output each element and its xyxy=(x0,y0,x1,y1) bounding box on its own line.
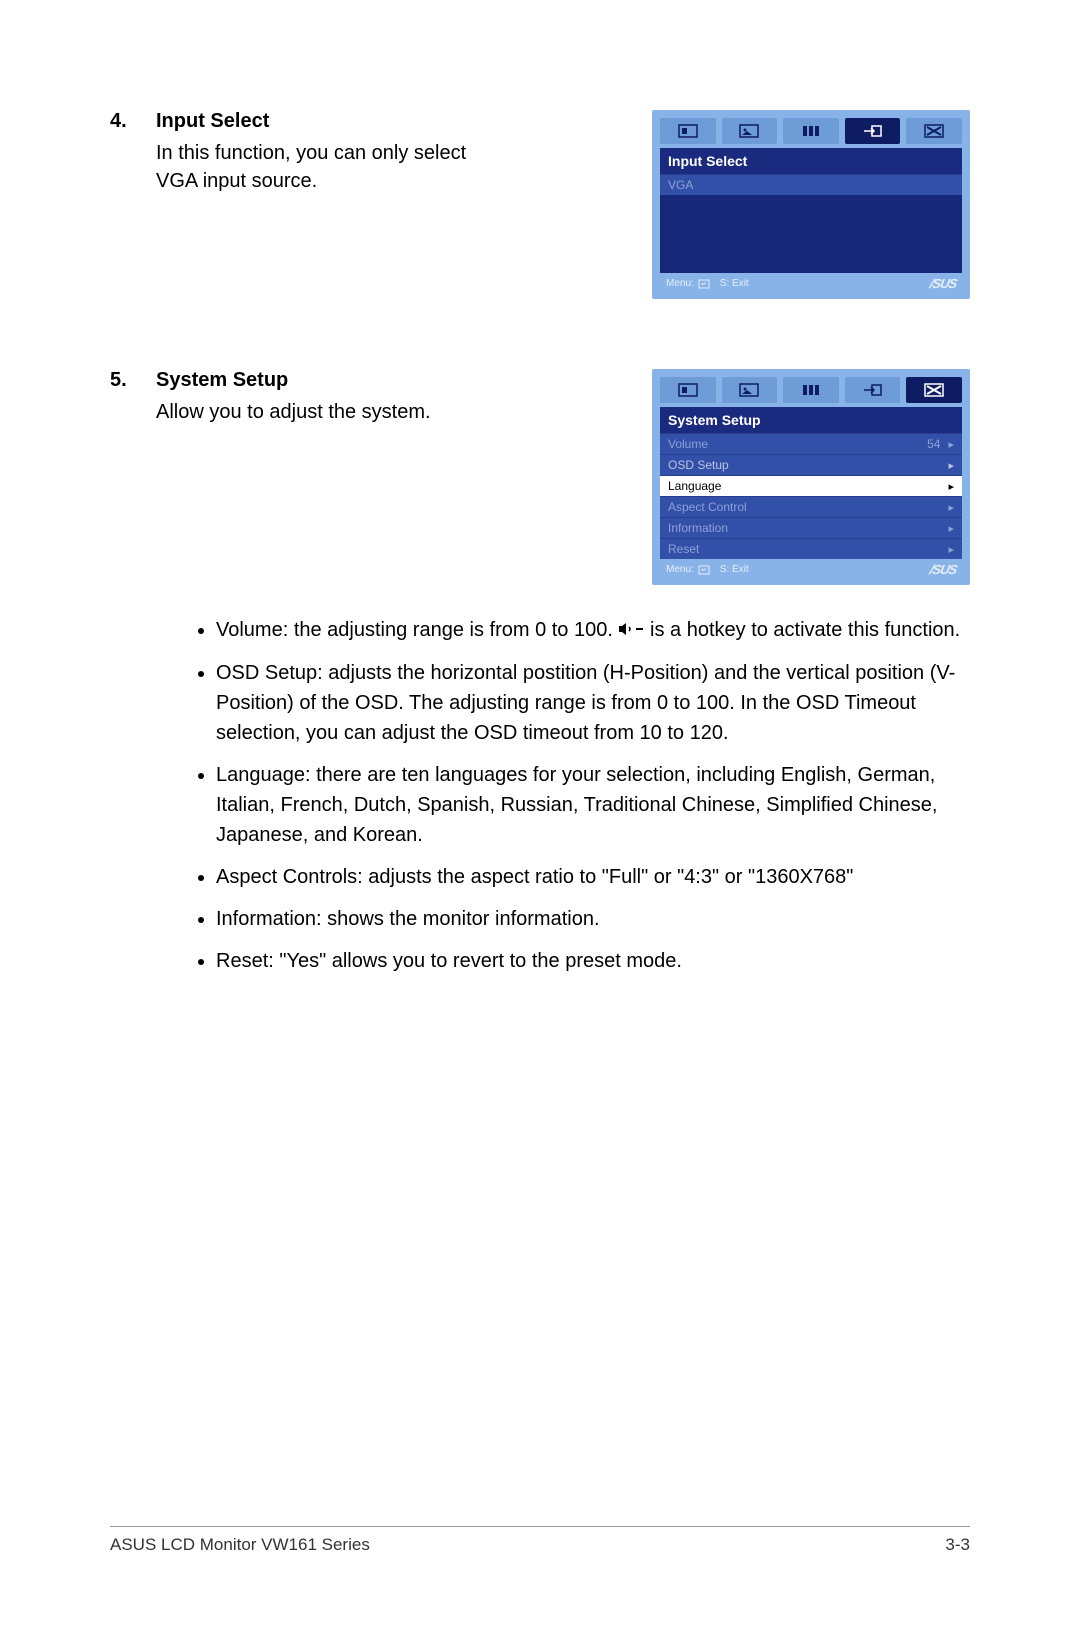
section-number: 5. xyxy=(110,369,156,392)
section-description: In this function, you can only select VG… xyxy=(156,139,496,195)
volume-down-icon xyxy=(618,616,644,646)
tab-color-icon xyxy=(783,377,839,403)
tab-color-icon xyxy=(783,118,839,144)
osd-foot-menu: Menu: xyxy=(666,564,694,575)
bullet-list: Volume: the adjusting range is from 0 to… xyxy=(110,615,970,976)
osd-empty-area xyxy=(660,195,962,273)
asus-brand: /SUS xyxy=(928,562,958,577)
osd-row-language: Language▸ xyxy=(660,475,962,496)
osd-panel: Input Select VGA Menu: S: Exit /SUS xyxy=(652,110,970,299)
osd-row-vga: VGA xyxy=(660,174,962,195)
osd-row-value: 54 xyxy=(927,437,940,451)
tab-input-icon xyxy=(845,118,901,144)
osd-foot-exit: S: Exit xyxy=(720,278,749,289)
osd-footer: Menu: S: Exit /SUS xyxy=(660,559,962,577)
bullet-reset: Reset: "Yes" allows you to revert to the… xyxy=(216,946,970,976)
arrow-right-icon: ▸ xyxy=(948,459,954,472)
osd-row-label: Language xyxy=(668,479,948,493)
osd-row-osd-setup: OSD Setup▸ xyxy=(660,454,962,475)
bullet-information: Information: shows the monitor informati… xyxy=(216,904,970,934)
section-body: System Setup Allow you to adjust the sys… xyxy=(156,369,652,426)
tab-image-icon xyxy=(722,377,778,403)
tab-splendid-icon xyxy=(660,377,716,403)
arrow-right-icon: ▸ xyxy=(948,438,954,451)
osd-foot-menu: Menu: xyxy=(666,278,694,289)
osd-row-label: Information xyxy=(668,521,948,535)
bullet-language: Language: there are ten languages for yo… xyxy=(216,760,970,850)
osd-row-information: Information▸ xyxy=(660,517,962,538)
osd-tabs xyxy=(660,377,962,403)
osd-screenshot-input-select: Input Select VGA Menu: S: Exit /SUS xyxy=(652,110,970,299)
osd-title: Input Select xyxy=(660,148,962,174)
osd-tabs xyxy=(660,118,962,144)
osd-row-label: Aspect Control xyxy=(668,500,948,514)
arrow-right-icon: ▸ xyxy=(948,501,954,514)
tab-system-icon xyxy=(906,377,962,403)
section-number: 4. xyxy=(110,110,156,133)
tab-input-icon xyxy=(845,377,901,403)
enter-icon xyxy=(698,279,710,289)
bullet-text: Volume: the adjusting range is from 0 to… xyxy=(216,619,618,641)
osd-row-label: VGA xyxy=(668,178,954,192)
osd-footer: Menu: S: Exit /SUS xyxy=(660,273,962,291)
bullet-volume: Volume: the adjusting range is from 0 to… xyxy=(216,615,970,646)
document-page: 4. Input Select In this function, you ca… xyxy=(0,0,1080,1627)
osd-title: System Setup xyxy=(660,407,962,433)
osd-row-reset: Reset▸ xyxy=(660,538,962,559)
bullet-aspect-controls: Aspect Controls: adjusts the aspect rati… xyxy=(216,862,970,892)
osd-panel: System Setup Volume54▸ OSD Setup▸ Langua… xyxy=(652,369,970,585)
section-body: Input Select In this function, you can o… xyxy=(156,110,652,195)
footer-page-number: 3-3 xyxy=(945,1535,970,1555)
footer-left: ASUS LCD Monitor VW161 Series xyxy=(110,1535,370,1555)
tab-splendid-icon xyxy=(660,118,716,144)
osd-body: Input Select VGA xyxy=(660,148,962,273)
enter-icon xyxy=(698,565,710,575)
bullet-osd-setup: OSD Setup: adjusts the horizontal postit… xyxy=(216,658,970,748)
tab-system-icon xyxy=(906,118,962,144)
section-heading: Input Select xyxy=(156,110,652,133)
section-input-select: 4. Input Select In this function, you ca… xyxy=(110,110,970,299)
asus-brand: /SUS xyxy=(928,276,958,291)
arrow-right-icon: ▸ xyxy=(948,480,954,493)
arrow-right-icon: ▸ xyxy=(948,522,954,535)
bullet-text: is a hotkey to activate this function. xyxy=(650,619,960,641)
section-heading: System Setup xyxy=(156,369,652,392)
osd-row-label: OSD Setup xyxy=(668,458,948,472)
section-description: Allow you to adjust the system. xyxy=(156,398,496,426)
osd-row-aspect-control: Aspect Control▸ xyxy=(660,496,962,517)
arrow-right-icon: ▸ xyxy=(948,543,954,556)
osd-foot-exit: S: Exit xyxy=(720,564,749,575)
osd-row-volume: Volume54 ▸ xyxy=(660,433,962,454)
page-footer: ASUS LCD Monitor VW161 Series 3-3 xyxy=(110,1526,970,1555)
tab-image-icon xyxy=(722,118,778,144)
osd-row-label: Volume xyxy=(668,437,927,451)
osd-row-label: Reset xyxy=(668,542,948,556)
osd-body: System Setup Volume54▸ OSD Setup▸ Langua… xyxy=(660,407,962,559)
section-system-setup: 5. System Setup Allow you to adjust the … xyxy=(110,369,970,585)
osd-screenshot-system-setup: System Setup Volume54▸ OSD Setup▸ Langua… xyxy=(652,369,970,585)
